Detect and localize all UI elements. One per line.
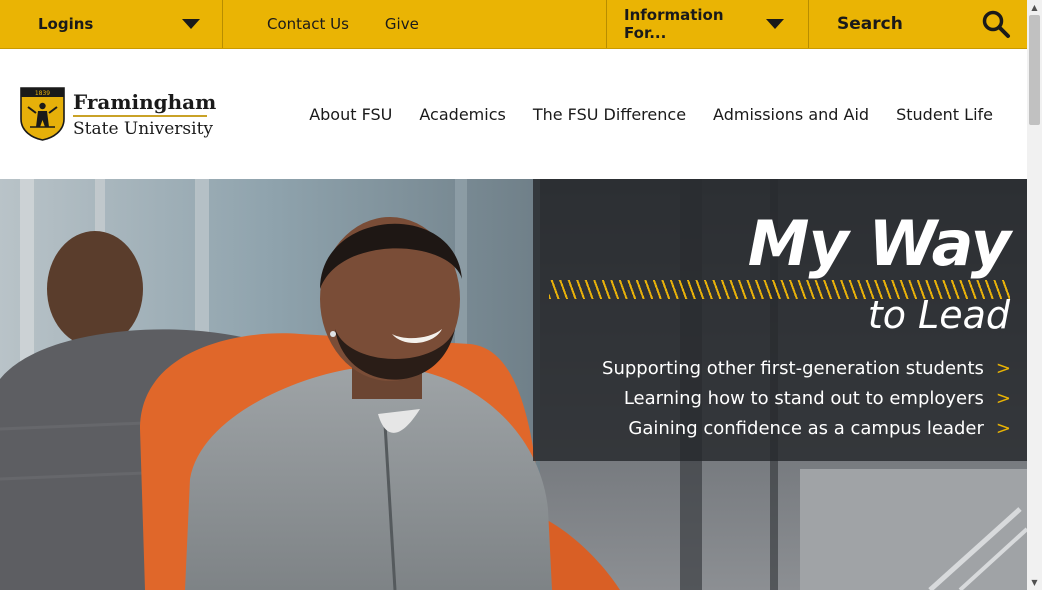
logins-dropdown[interactable]: Logins [0,0,223,48]
hero-headline: My Way [747,207,1011,280]
story-link-label: Supporting other first-generation studen… [602,357,984,379]
scrollbar-thumb[interactable] [1029,15,1040,125]
logo-name-line1: Framingham [73,89,217,114]
story-link-campus-leader[interactable]: Gaining confidence as a campus leader > [602,413,1011,443]
nav-item-admissions-and-aid[interactable]: Admissions and Aid [713,105,869,124]
hero-feature-panel: My Way to Lead Supporting other first-ge… [533,179,1027,461]
chevron-down-icon [766,19,784,29]
page-scrollbar[interactable]: ▲ ▼ [1027,0,1042,590]
logo-name-line2: State University [73,118,214,139]
search-button[interactable]: Search [809,0,1027,48]
main-navigation: About FSU Academics The FSU Difference A… [282,105,993,124]
hero-banner: My Way to Lead Supporting other first-ge… [0,179,1027,590]
information-for-dropdown[interactable]: Information For... [607,0,809,48]
scroll-up-icon[interactable]: ▲ [1027,0,1042,15]
nav-item-academics[interactable]: Academics [419,105,505,124]
nav-item-student-life[interactable]: Student Life [896,105,993,124]
university-logo[interactable]: 1839 Framingham State University [20,87,216,141]
hero-story-links: Supporting other first-generation studen… [602,353,1011,443]
give-link[interactable]: Give [385,15,419,33]
logo-divider [73,114,207,117]
story-link-first-generation[interactable]: Supporting other first-generation studen… [602,353,1011,383]
site-header: 1839 Framingham State University About F… [0,49,1027,179]
story-link-employers[interactable]: Learning how to stand out to employers > [602,383,1011,413]
chevron-down-icon [182,19,200,29]
nav-item-about-fsu[interactable]: About FSU [309,105,392,124]
scroll-down-icon[interactable]: ▼ [1027,575,1042,590]
story-link-label: Gaining confidence as a campus leader [628,417,984,439]
logo-wordmark: Framingham State University [73,90,216,139]
chevron-right-icon: > [995,387,1011,409]
nav-item-fsu-difference[interactable]: The FSU Difference [533,105,686,124]
university-seal-icon: 1839 [20,87,65,141]
search-label: Search [837,14,903,34]
chevron-right-icon: > [995,357,1011,379]
story-link-label: Learning how to stand out to employers [623,387,984,409]
chevron-right-icon: > [995,417,1011,439]
seal-year: 1839 [35,90,50,97]
utility-links: Contact Us Give [223,0,607,48]
hero-subheadline: to Lead [867,293,1010,337]
search-icon [981,9,1011,39]
information-for-label: Information For... [624,6,724,42]
contact-us-link[interactable]: Contact Us [267,15,349,33]
utility-bar: Logins Contact Us Give Information For..… [0,0,1027,49]
logins-label: Logins [38,15,94,33]
